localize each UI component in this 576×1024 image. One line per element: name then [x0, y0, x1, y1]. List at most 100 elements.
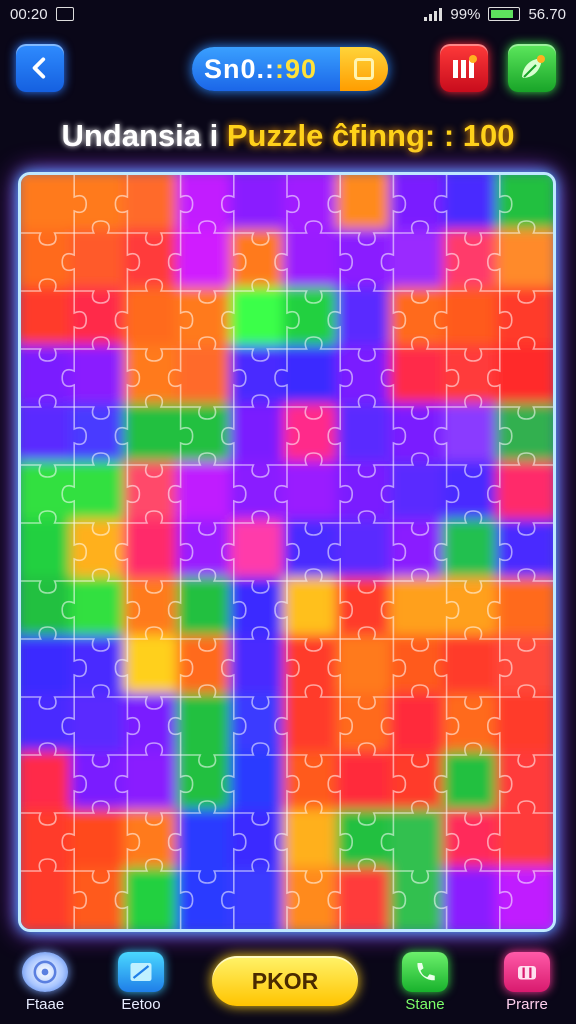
puzzle-piece[interactable]	[495, 403, 553, 469]
puzzle-piece[interactable]	[70, 229, 132, 295]
puzzle-piece[interactable]	[283, 403, 345, 469]
puzzle-piece[interactable]	[389, 519, 451, 585]
puzzle-piece[interactable]	[229, 345, 291, 411]
puzzle-piece[interactable]	[389, 635, 451, 701]
puzzle-piece[interactable]	[21, 809, 79, 875]
puzzle-piece[interactable]	[21, 577, 79, 643]
puzzle-piece[interactable]	[70, 461, 132, 527]
puzzle-piece[interactable]	[389, 403, 451, 469]
puzzle-piece[interactable]	[336, 287, 398, 353]
puzzle-piece[interactable]	[389, 175, 451, 237]
puzzle-piece[interactable]	[21, 635, 79, 701]
puzzle-piece[interactable]	[283, 577, 345, 643]
puzzle-piece[interactable]	[336, 175, 398, 237]
puzzle-piece[interactable]	[21, 229, 79, 295]
puzzle-piece[interactable]	[283, 229, 345, 295]
puzzle-piece[interactable]	[389, 867, 451, 929]
puzzle-piece[interactable]	[176, 693, 238, 759]
puzzle-piece[interactable]	[442, 635, 504, 701]
pause-button[interactable]	[440, 44, 488, 92]
puzzle-piece[interactable]	[389, 577, 451, 643]
puzzle-piece[interactable]	[229, 867, 291, 929]
puzzle-piece[interactable]	[495, 461, 553, 527]
puzzle-piece[interactable]	[495, 809, 553, 875]
puzzle-piece[interactable]	[336, 751, 398, 817]
puzzle-piece[interactable]	[176, 867, 238, 929]
puzzle-piece[interactable]	[336, 345, 398, 411]
puzzle-piece[interactable]	[123, 519, 185, 585]
puzzle-piece[interactable]	[283, 867, 345, 929]
puzzle-piece[interactable]	[283, 751, 345, 817]
puzzle-piece[interactable]	[495, 229, 553, 295]
puzzle-piece[interactable]	[442, 287, 504, 353]
puzzle-piece[interactable]	[495, 867, 553, 929]
puzzle-piece[interactable]	[176, 403, 238, 469]
puzzle-piece[interactable]	[70, 345, 132, 411]
puzzle-piece[interactable]	[495, 345, 553, 411]
puzzle-piece[interactable]	[229, 519, 291, 585]
puzzle-piece[interactable]	[442, 461, 504, 527]
puzzle-piece[interactable]	[336, 693, 398, 759]
puzzle-piece[interactable]	[123, 751, 185, 817]
puzzle-piece[interactable]	[336, 519, 398, 585]
puzzle-piece[interactable]	[442, 403, 504, 469]
nav-item-stane[interactable]: Stane	[390, 952, 460, 1013]
back-button[interactable]	[16, 44, 64, 92]
puzzle-piece[interactable]	[336, 461, 398, 527]
puzzle-piece[interactable]	[176, 751, 238, 817]
puzzle-piece[interactable]	[283, 809, 345, 875]
puzzle-piece[interactable]	[21, 287, 79, 353]
puzzle-piece[interactable]	[70, 693, 132, 759]
puzzle-piece[interactable]	[336, 577, 398, 643]
puzzle-piece[interactable]	[442, 345, 504, 411]
coin-button[interactable]	[340, 47, 388, 91]
puzzle-piece[interactable]	[495, 519, 553, 585]
puzzle-piece[interactable]	[229, 175, 291, 237]
puzzle-piece[interactable]	[21, 403, 79, 469]
puzzle-piece[interactable]	[442, 751, 504, 817]
puzzle-piece[interactable]	[442, 577, 504, 643]
puzzle-piece[interactable]	[336, 809, 398, 875]
puzzle-piece[interactable]	[495, 635, 553, 701]
puzzle-piece[interactable]	[123, 287, 185, 353]
puzzle-piece[interactable]	[336, 867, 398, 929]
puzzle-piece[interactable]	[176, 461, 238, 527]
puzzle-piece[interactable]	[229, 751, 291, 817]
puzzle-piece[interactable]	[123, 461, 185, 527]
puzzle-piece[interactable]	[229, 461, 291, 527]
puzzle-piece[interactable]	[123, 229, 185, 295]
puzzle-piece[interactable]	[389, 461, 451, 527]
puzzle-piece[interactable]	[176, 229, 238, 295]
puzzle-piece[interactable]	[176, 519, 238, 585]
puzzle-piece[interactable]	[123, 809, 185, 875]
puzzle-piece[interactable]	[389, 809, 451, 875]
nav-item-prarre[interactable]: Prarre	[492, 952, 562, 1013]
puzzle-piece[interactable]	[21, 751, 79, 817]
puzzle-piece[interactable]	[495, 751, 553, 817]
puzzle-piece[interactable]	[442, 229, 504, 295]
puzzle-piece[interactable]	[336, 635, 398, 701]
puzzle-piece[interactable]	[70, 403, 132, 469]
puzzle-piece[interactable]	[123, 867, 185, 929]
puzzle-piece[interactable]	[389, 751, 451, 817]
puzzle-piece[interactable]	[21, 693, 79, 759]
puzzle-piece[interactable]	[70, 867, 132, 929]
puzzle-piece[interactable]	[176, 577, 238, 643]
puzzle-piece[interactable]	[70, 751, 132, 817]
puzzle-piece[interactable]	[283, 519, 345, 585]
puzzle-piece[interactable]	[176, 635, 238, 701]
puzzle-piece[interactable]	[495, 175, 553, 237]
puzzle-piece[interactable]	[70, 577, 132, 643]
puzzle-piece[interactable]	[70, 519, 132, 585]
puzzle-piece[interactable]	[229, 229, 291, 295]
puzzle-piece[interactable]	[21, 175, 79, 237]
puzzle-piece[interactable]	[70, 175, 132, 237]
puzzle-piece[interactable]	[389, 345, 451, 411]
puzzle-piece[interactable]	[229, 403, 291, 469]
puzzle-grid[interactable]	[21, 175, 553, 929]
puzzle-piece[interactable]	[123, 635, 185, 701]
puzzle-piece[interactable]	[21, 519, 79, 585]
puzzle-piece[interactable]	[176, 809, 238, 875]
puzzle-piece[interactable]	[495, 577, 553, 643]
puzzle-piece[interactable]	[495, 693, 553, 759]
